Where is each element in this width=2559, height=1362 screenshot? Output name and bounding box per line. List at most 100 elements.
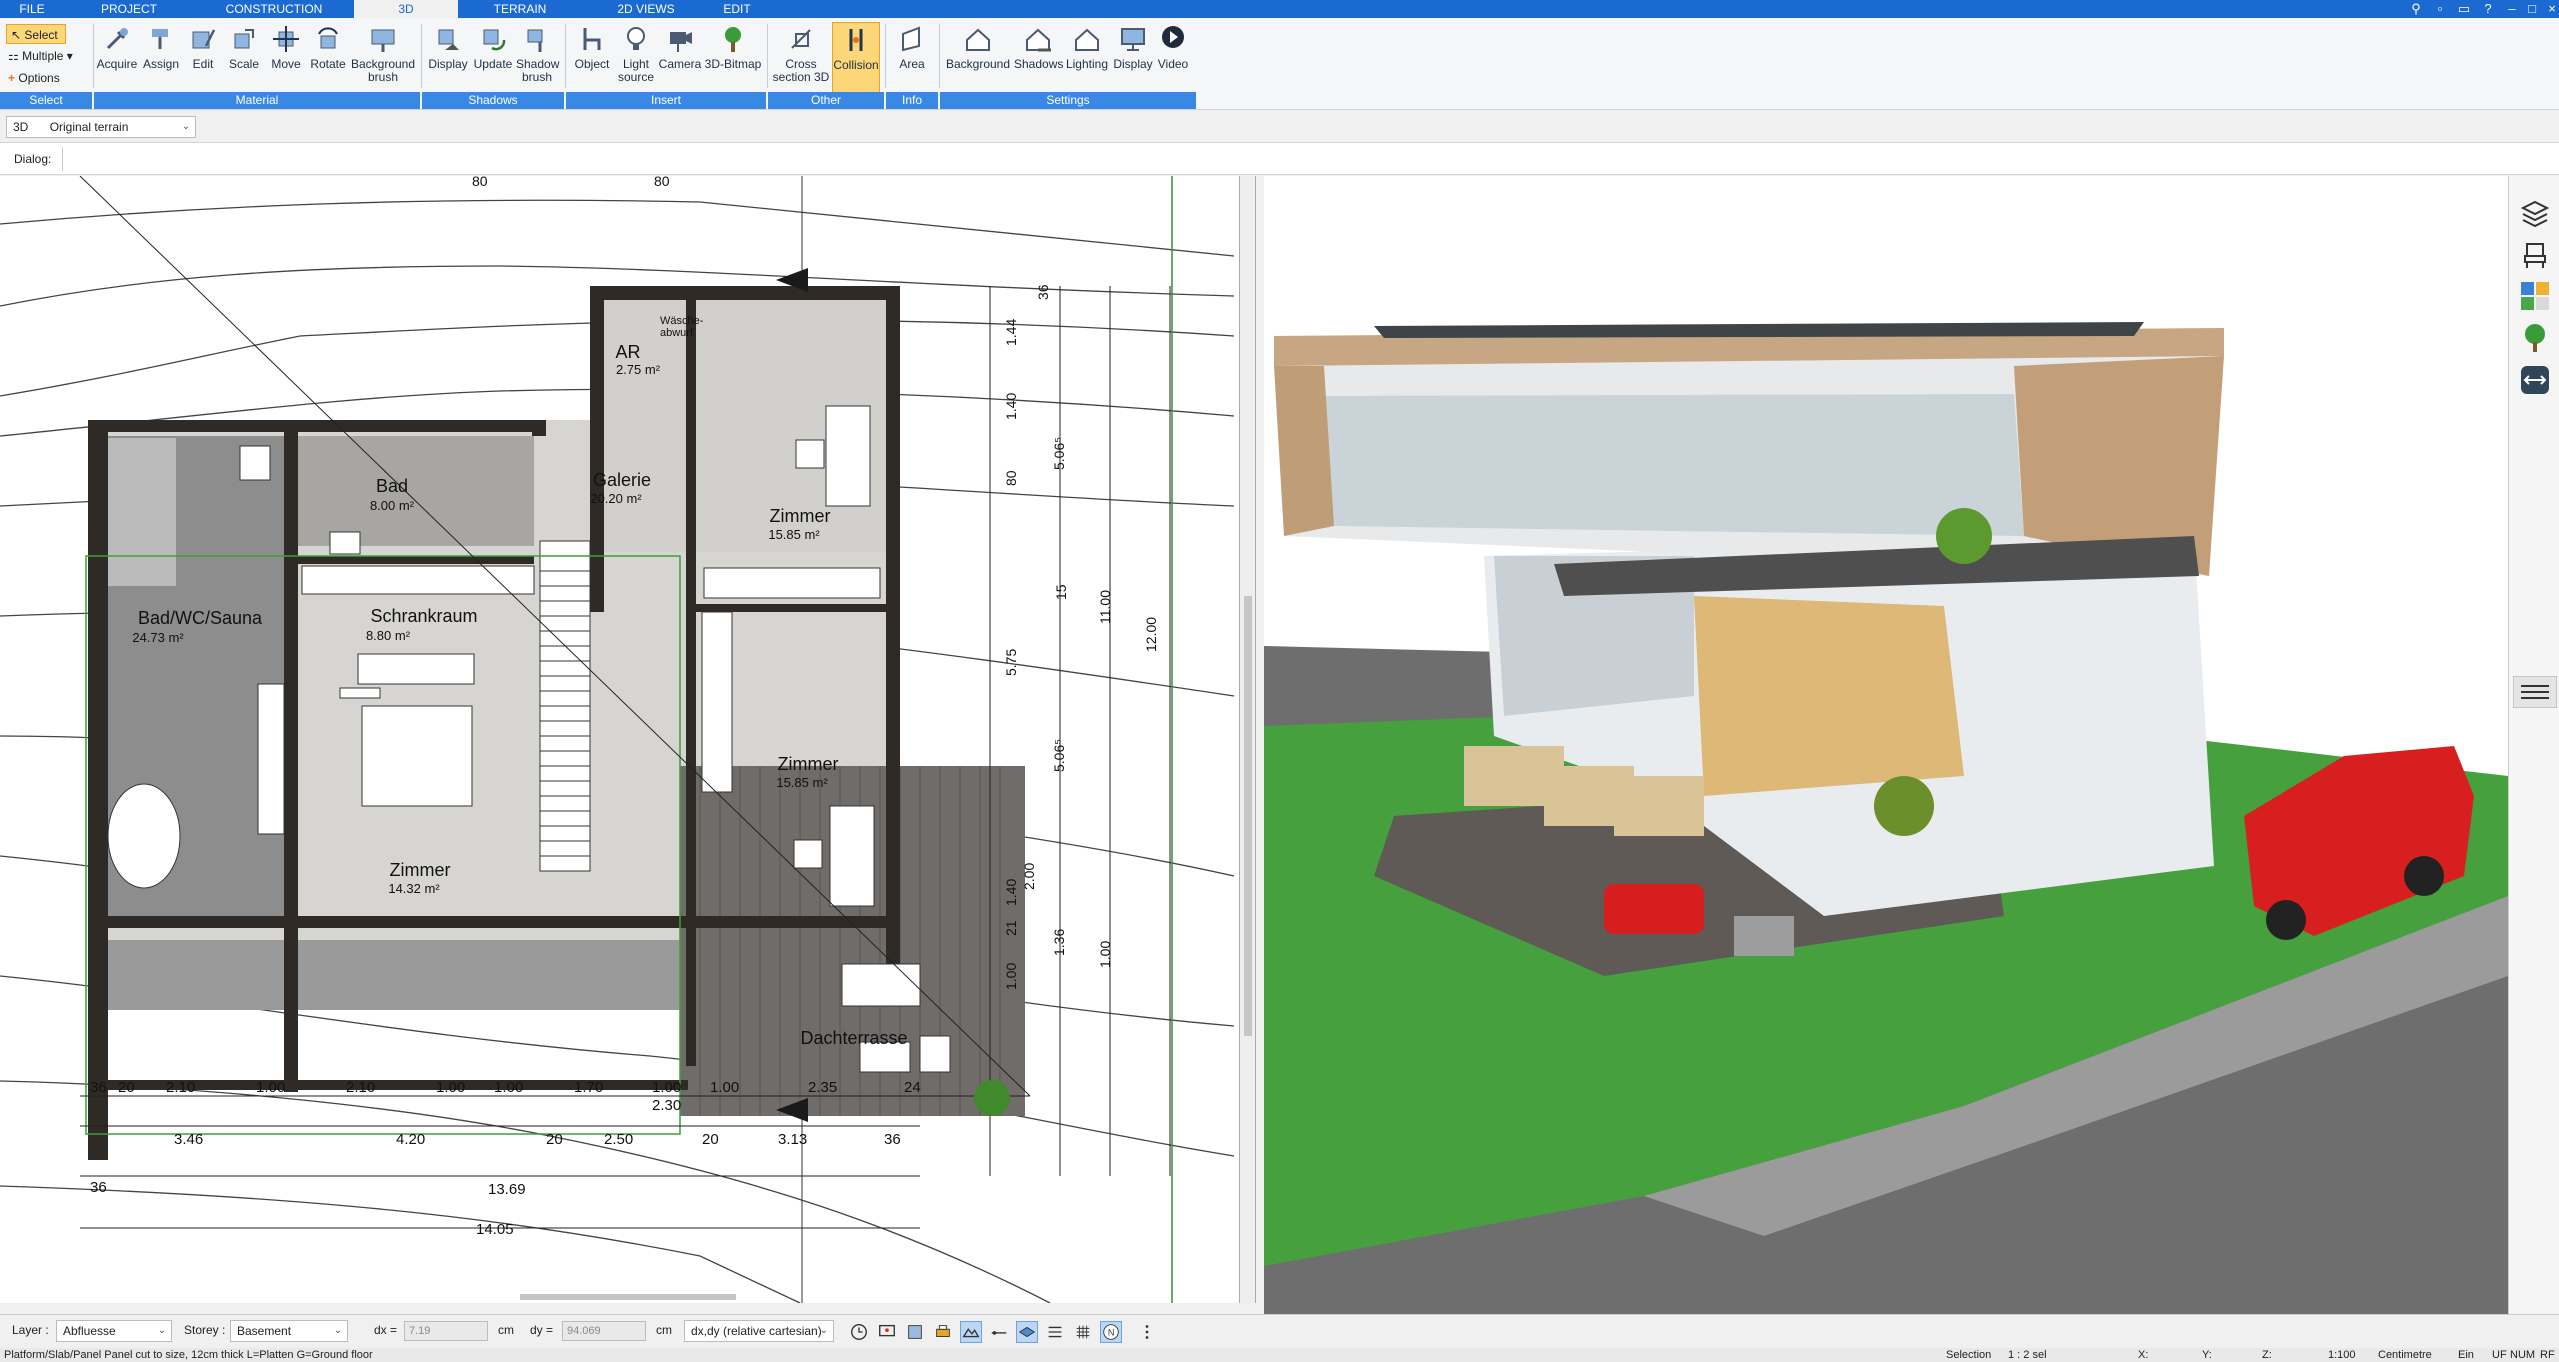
cross-section-3d-button[interactable]: Cross section 3D: [772, 22, 830, 94]
app-window: FILE PROJECT CONSTRUCTION 3D TERRAIN 2D …: [0, 0, 2559, 1362]
layer-select-value: Abfluesse: [63, 1324, 116, 1338]
hatch-icon[interactable]: [1044, 1321, 1066, 1343]
monitor-small-icon[interactable]: [876, 1321, 898, 1343]
dim-label: 15: [1053, 584, 1069, 600]
tab-edit[interactable]: EDIT: [710, 0, 764, 18]
materials-icon[interactable]: [2519, 280, 2551, 312]
layers-icon[interactable]: [2519, 196, 2551, 228]
tree-icon[interactable]: [2519, 322, 2551, 354]
3d-view[interactable]: [1264, 176, 2508, 1315]
dim-label: 14.05: [476, 1221, 514, 1238]
room-name: Bad/WC/Sauna: [138, 608, 263, 628]
area-button[interactable]: Area: [890, 22, 934, 94]
cross-section-icon: [791, 29, 811, 49]
lighting-settings-button[interactable]: Lighting: [1064, 22, 1110, 94]
print-icon[interactable]: [932, 1321, 954, 1343]
multiple-button[interactable]: ⚏ Multiple ▾: [8, 46, 73, 66]
tab-file[interactable]: FILE: [0, 0, 64, 18]
num-indicator: NUM: [2510, 1349, 2536, 1361]
coord-mode-select[interactable]: dx,dy (relative cartesian) ⌄: [684, 1320, 834, 1342]
edit-material-button[interactable]: Edit: [184, 22, 222, 94]
3d-scene[interactable]: [1264, 176, 2508, 1315]
acquire-button[interactable]: Acquire: [96, 22, 138, 94]
paint-brush-icon: [152, 29, 168, 49]
dim-label: 1.00: [652, 1079, 681, 1096]
terrain-toggle-icon[interactable]: [960, 1321, 982, 1343]
tab-3d[interactable]: 3D: [354, 0, 458, 18]
floor-plan-view[interactable]: Bad 8.00 m² Galerie 20.20 m² Zimmer 15.8…: [0, 176, 1256, 1303]
terrain-select-value: Original terrain: [49, 120, 129, 134]
section-icon[interactable]: [2519, 364, 2551, 396]
window-list-icon[interactable]: ▫: [2428, 1, 2452, 17]
terrain-select[interactable]: 3D Original terrain ⌄: [6, 116, 196, 138]
light-source-button[interactable]: Light source: [616, 22, 656, 94]
shadows-settings-button[interactable]: Shadows: [1014, 22, 1063, 94]
display-settings-label: Display: [1113, 57, 1153, 71]
scale-button[interactable]: Scale: [224, 22, 264, 94]
dialog-label: Dialog:: [14, 152, 52, 166]
room-area: 15.85 m²: [776, 775, 828, 790]
background-settings-button[interactable]: Background: [944, 22, 1012, 94]
chevron-down-icon: ⌄: [819, 1325, 829, 1336]
shadow-brush-icon: [527, 29, 543, 52]
video-button[interactable]: Video: [1156, 22, 1190, 94]
x-coordinate-label: X:: [2138, 1349, 2149, 1361]
dx-field[interactable]: 7.19: [404, 1321, 488, 1341]
camera-path-icon[interactable]: [988, 1321, 1010, 1343]
more-options-icon[interactable]: [1136, 1321, 1158, 1343]
upper-glazing: [1324, 394, 2024, 536]
group-separator: [93, 24, 94, 88]
options-button[interactable]: + Options: [8, 68, 60, 88]
camera-button[interactable]: Camera: [658, 22, 702, 94]
unit-value: Centimetre: [2378, 1349, 2432, 1361]
collision-button[interactable]: Collision: [832, 22, 880, 94]
dim-label: 20: [702, 1131, 719, 1148]
north-icon[interactable]: N: [1100, 1321, 1122, 1343]
tab-project[interactable]: PROJECT: [64, 0, 194, 18]
display-settings-button[interactable]: Display: [1112, 22, 1154, 94]
assign-button[interactable]: Assign: [140, 22, 182, 94]
dialog-separator: [62, 147, 63, 171]
scale-value: 1:100: [2328, 1349, 2356, 1361]
light-bulb-icon: [627, 27, 645, 50]
display-shadows-button[interactable]: Display: [426, 22, 470, 94]
dx-unit: cm: [498, 1323, 514, 1337]
selection-label: Selection: [1946, 1349, 1992, 1361]
help-icon[interactable]: ?: [2476, 1, 2500, 17]
dy-field[interactable]: 94.069: [562, 1321, 646, 1341]
move-icon: [273, 26, 299, 52]
move-button[interactable]: Move: [266, 22, 306, 94]
shadow-brush-button[interactable]: Shadow brush: [516, 22, 559, 94]
storey-select[interactable]: Basement ⌄: [230, 1320, 348, 1342]
top-dimensions: 80 80: [472, 176, 670, 189]
scale-icon: [234, 29, 254, 49]
camera-label: Camera: [658, 57, 702, 71]
room-name: Zimmer: [778, 754, 839, 774]
layer-select[interactable]: Abfluesse ⌄: [56, 1320, 172, 1342]
tab-2d-views[interactable]: 2D VIEWS: [582, 0, 710, 18]
app-minimize-icon[interactable]: ▭: [2452, 1, 2476, 17]
rotate-button[interactable]: Rotate: [308, 22, 348, 94]
chair-catalog-icon[interactable]: [2519, 238, 2551, 270]
close-icon[interactable]: ×: [2540, 1, 2559, 17]
shadow-display-icon: [438, 29, 459, 50]
object-button[interactable]: Object: [570, 22, 614, 94]
update-shadows-button[interactable]: Update: [472, 22, 514, 94]
select-button[interactable]: ↖ Select: [6, 24, 66, 44]
background-brush-icon: [371, 29, 395, 52]
right-dimensions: 36 1.44 1.40 80 15 5.75 1.40 21 1.00 5.0…: [1003, 284, 1159, 990]
pin-icon[interactable]: ⚲: [2404, 1, 2428, 17]
tab-construction[interactable]: CONSTRUCTION: [194, 0, 354, 18]
3d-bitmap-button[interactable]: 3D-Bitmap: [704, 22, 762, 94]
room-area: 20.20 m²: [590, 491, 642, 506]
tab-terrain[interactable]: TERRAIN: [458, 0, 582, 18]
render-icon[interactable]: [904, 1321, 926, 1343]
layer-toggle-icon[interactable]: [1016, 1321, 1038, 1343]
panel-toggle-icon[interactable]: [2513, 676, 2557, 708]
grid-icon[interactable]: [1072, 1321, 1094, 1343]
floor-plan-drawing[interactable]: Bad 8.00 m² Galerie 20.20 m² Zimmer 15.8…: [0, 176, 1256, 1303]
select-label: Select: [24, 28, 58, 42]
background-brush-button[interactable]: Background brush: [350, 22, 416, 94]
clock-icon[interactable]: [848, 1321, 870, 1343]
dim-label: 13.69: [488, 1181, 526, 1198]
